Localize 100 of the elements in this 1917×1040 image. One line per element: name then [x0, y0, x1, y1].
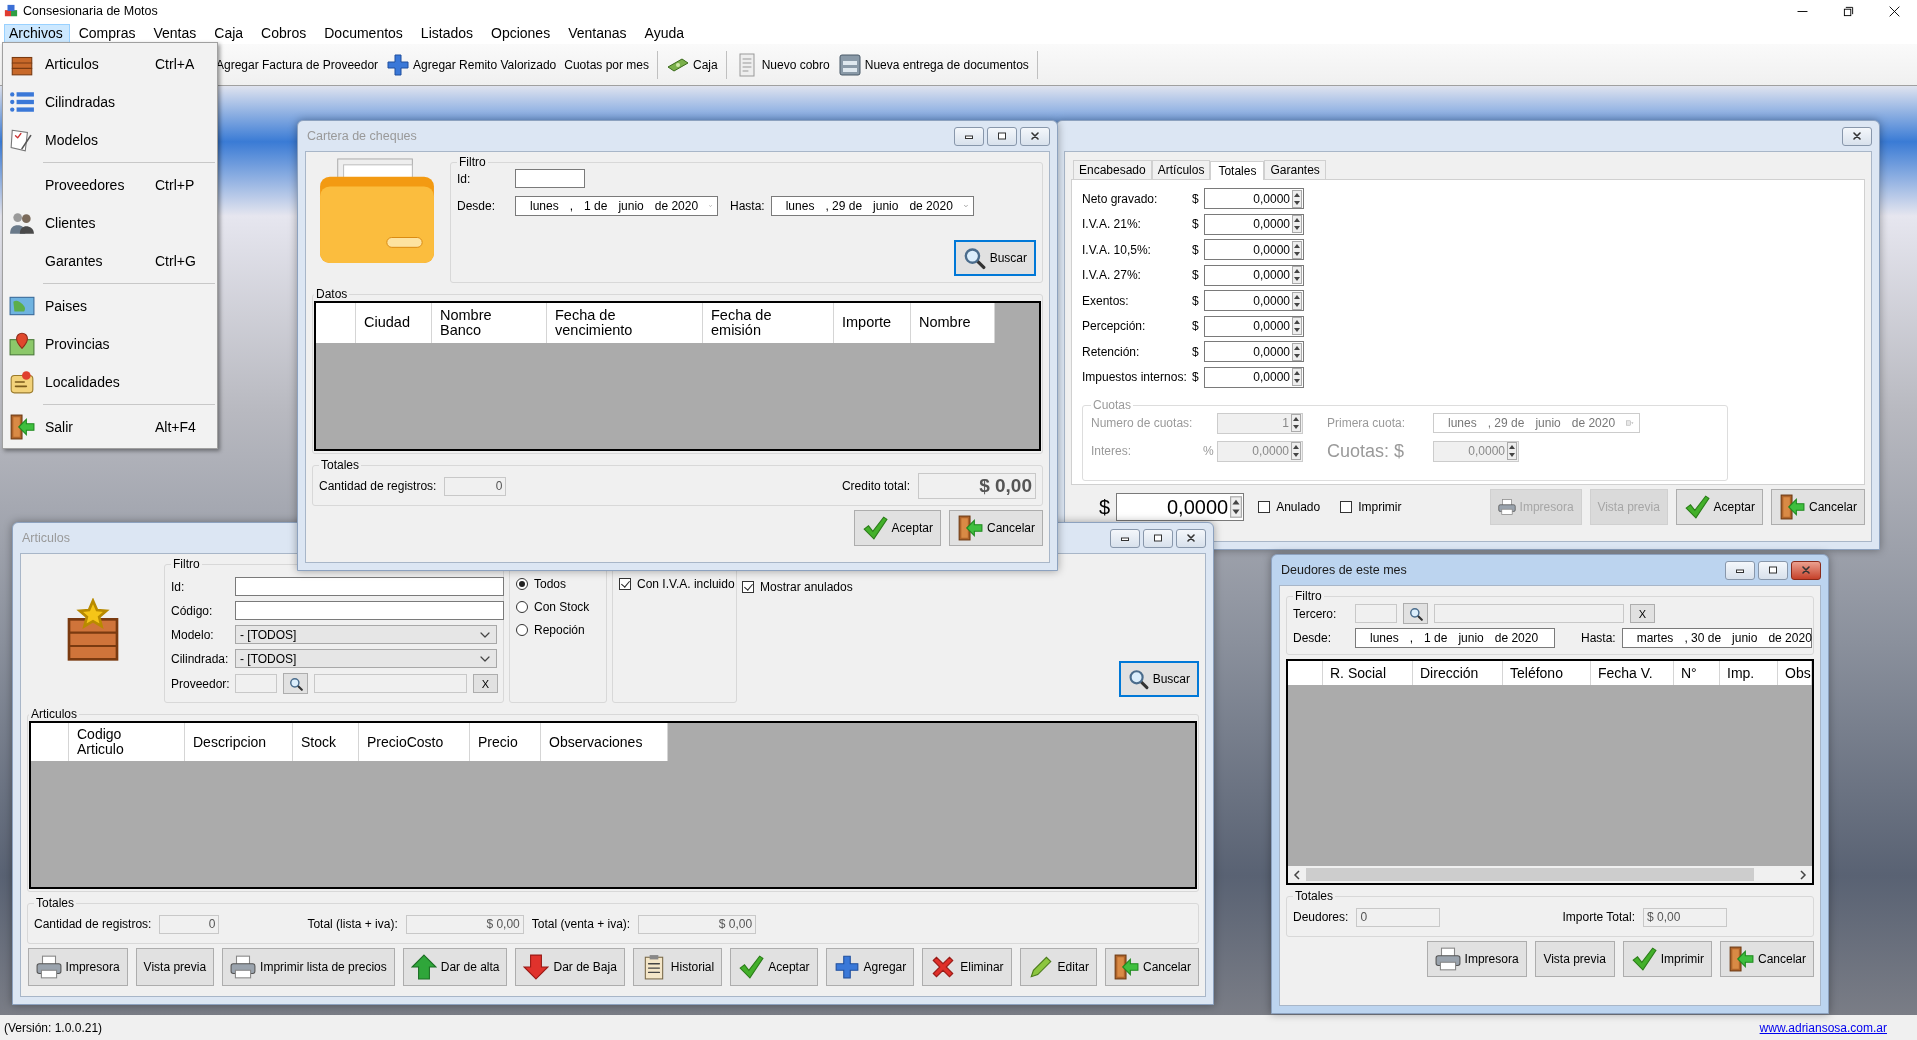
- toolbar-button[interactable]: Nueva entrega de documentos: [833, 49, 1033, 80]
- column-header[interactable]: Imp.: [1720, 661, 1778, 685]
- date-picker[interactable]: lunes , 29 de junio de 2020: [770, 196, 974, 216]
- column-header[interactable]: Stock: [293, 723, 359, 761]
- accept-button[interactable]: Imprimir: [1622, 941, 1712, 977]
- toolbar-button[interactable]: Caja: [662, 49, 722, 80]
- menu-item[interactable]: Archivos: [4, 23, 70, 43]
- column-header[interactable]: Nombre: [911, 303, 995, 343]
- close-button[interactable]: [1791, 560, 1821, 580]
- column-header[interactable]: Nombre Banco: [432, 303, 547, 343]
- close-button[interactable]: [1176, 528, 1206, 548]
- menu-item[interactable]: Salir Alt+F4: [3, 408, 217, 446]
- radio-button[interactable]: [516, 577, 528, 590]
- edit-button[interactable]: Editar: [1019, 948, 1097, 986]
- menu-item[interactable]: Ventas: [144, 23, 206, 43]
- checkbox[interactable]: [1340, 501, 1353, 513]
- menu-item[interactable]: Opciones: [482, 23, 560, 43]
- menu-item[interactable]: Modelos: [3, 121, 217, 159]
- menu-item[interactable]: Cobros: [252, 23, 316, 43]
- checkbox[interactable]: [1258, 501, 1271, 513]
- text-field[interactable]: [235, 601, 504, 620]
- print-button[interactable]: Impresora: [1426, 941, 1527, 977]
- dropdown[interactable]: - [TODOS]: [235, 625, 497, 644]
- text-button[interactable]: Vista previa: [135, 948, 215, 986]
- menu-item[interactable]: Ayuda: [635, 23, 693, 43]
- print-button[interactable]: Imprimir lista de precios: [222, 948, 395, 986]
- search-button[interactable]: Buscar: [1119, 661, 1199, 697]
- search-button[interactable]: [1403, 603, 1428, 624]
- text-field[interactable]: [314, 674, 467, 693]
- tab[interactable]: Totales: [1210, 161, 1265, 180]
- total-field[interactable]: 0,0000: [1116, 493, 1245, 521]
- menu-item[interactable]: Paises: [3, 287, 217, 325]
- column-header[interactable]: Ciudad: [356, 303, 432, 343]
- text-field[interactable]: [235, 674, 277, 693]
- search-button[interactable]: Buscar: [954, 240, 1036, 276]
- accept-button[interactable]: Aceptar: [730, 948, 818, 986]
- text-button[interactable]: Vista previa: [1534, 941, 1615, 977]
- text-field[interactable]: [1434, 604, 1624, 623]
- menu-item[interactable]: Proveedores Ctrl+P: [3, 166, 217, 204]
- text-field[interactable]: [1355, 604, 1397, 623]
- up-arrow-button[interactable]: Dar de alta: [402, 948, 508, 986]
- tab[interactable]: Encabesado: [1073, 160, 1152, 179]
- text-field[interactable]: [235, 577, 504, 596]
- number-field[interactable]: 0,0000: [1204, 366, 1304, 388]
- tab[interactable]: Artículos: [1151, 160, 1211, 179]
- column-header[interactable]: N°: [1674, 661, 1720, 685]
- column-header[interactable]: Observaciones: [541, 723, 668, 761]
- column-header[interactable]: Precio: [470, 723, 541, 761]
- close-button[interactable]: [1020, 126, 1050, 146]
- minimize-button[interactable]: [1725, 560, 1755, 580]
- menu-item[interactable]: Garantes Ctrl+G: [3, 242, 217, 280]
- column-header[interactable]: R. Social: [1323, 661, 1413, 685]
- website-link[interactable]: www.adriansosa.com.ar: [1759, 1020, 1887, 1035]
- close-button[interactable]: [1842, 126, 1872, 146]
- menu-item[interactable]: Localidades: [3, 363, 217, 401]
- checkbox[interactable]: [619, 577, 631, 590]
- cancel-button[interactable]: Cancelar: [948, 510, 1043, 546]
- number-field[interactable]: 0,0000: [1204, 188, 1304, 209]
- radio-button[interactable]: [516, 623, 528, 636]
- menu-item[interactable]: Documentos: [315, 23, 412, 43]
- menu-item[interactable]: Ventanas: [559, 23, 636, 43]
- cancel-button[interactable]: Cancelar: [1770, 489, 1865, 525]
- delete-button[interactable]: Eliminar: [922, 948, 1012, 986]
- number-field[interactable]: 0,0000: [1204, 213, 1304, 235]
- number-field[interactable]: 0,0000: [1204, 341, 1304, 362]
- down-arrow-button[interactable]: Dar de Baja: [515, 948, 625, 986]
- menu-item[interactable]: Provincias: [3, 325, 217, 363]
- menu-item[interactable]: Listados: [411, 23, 482, 43]
- column-header[interactable]: Codigo Articulo: [69, 723, 185, 761]
- date-picker[interactable]: lunes , 1 de junio de 2020: [1355, 628, 1555, 648]
- radio-button[interactable]: [516, 600, 528, 613]
- accept-button[interactable]: Aceptar: [1675, 489, 1763, 525]
- cancel-button[interactable]: Cancelar: [1719, 941, 1814, 977]
- column-header[interactable]: PrecioCosto: [359, 723, 470, 761]
- number-field[interactable]: 0,0000: [1204, 290, 1304, 311]
- cancel-button[interactable]: Cancelar: [1104, 948, 1199, 986]
- column-header[interactable]: Obs: [1778, 661, 1812, 685]
- checkbox[interactable]: [742, 580, 754, 593]
- menu-item[interactable]: Caja: [205, 23, 253, 43]
- print-button[interactable]: Impresora: [27, 948, 128, 986]
- dropdown[interactable]: - [TODOS]: [235, 649, 497, 668]
- toolbar-button[interactable]: Nuevo cobro: [730, 49, 834, 80]
- menu-item[interactable]: Compras: [69, 23, 145, 43]
- column-header[interactable]: Teléfono: [1503, 661, 1591, 685]
- clear-button[interactable]: X: [473, 674, 498, 693]
- column-header[interactable]: Descripcion: [185, 723, 293, 761]
- column-header[interactable]: Importe: [834, 303, 911, 343]
- toolbar-button[interactable]: Cuotas por mes: [560, 54, 653, 75]
- number-field[interactable]: 0,0000: [1204, 264, 1304, 286]
- column-header[interactable]: Fecha V.: [1591, 661, 1674, 685]
- date-picker[interactable]: martes , 30 de junio de 2020: [1621, 628, 1812, 648]
- chevron-left-icon[interactable]: [1292, 869, 1302, 880]
- text-field[interactable]: [515, 169, 585, 188]
- search-button[interactable]: [283, 673, 308, 694]
- menu-item[interactable]: Clientes: [3, 204, 217, 242]
- accept-button[interactable]: Aceptar: [853, 510, 941, 546]
- chevron-right-icon[interactable]: [1798, 869, 1808, 880]
- add-button[interactable]: Agregar: [825, 948, 915, 986]
- number-field[interactable]: 0,0000: [1204, 315, 1304, 337]
- history-button[interactable]: Historial: [632, 948, 723, 986]
